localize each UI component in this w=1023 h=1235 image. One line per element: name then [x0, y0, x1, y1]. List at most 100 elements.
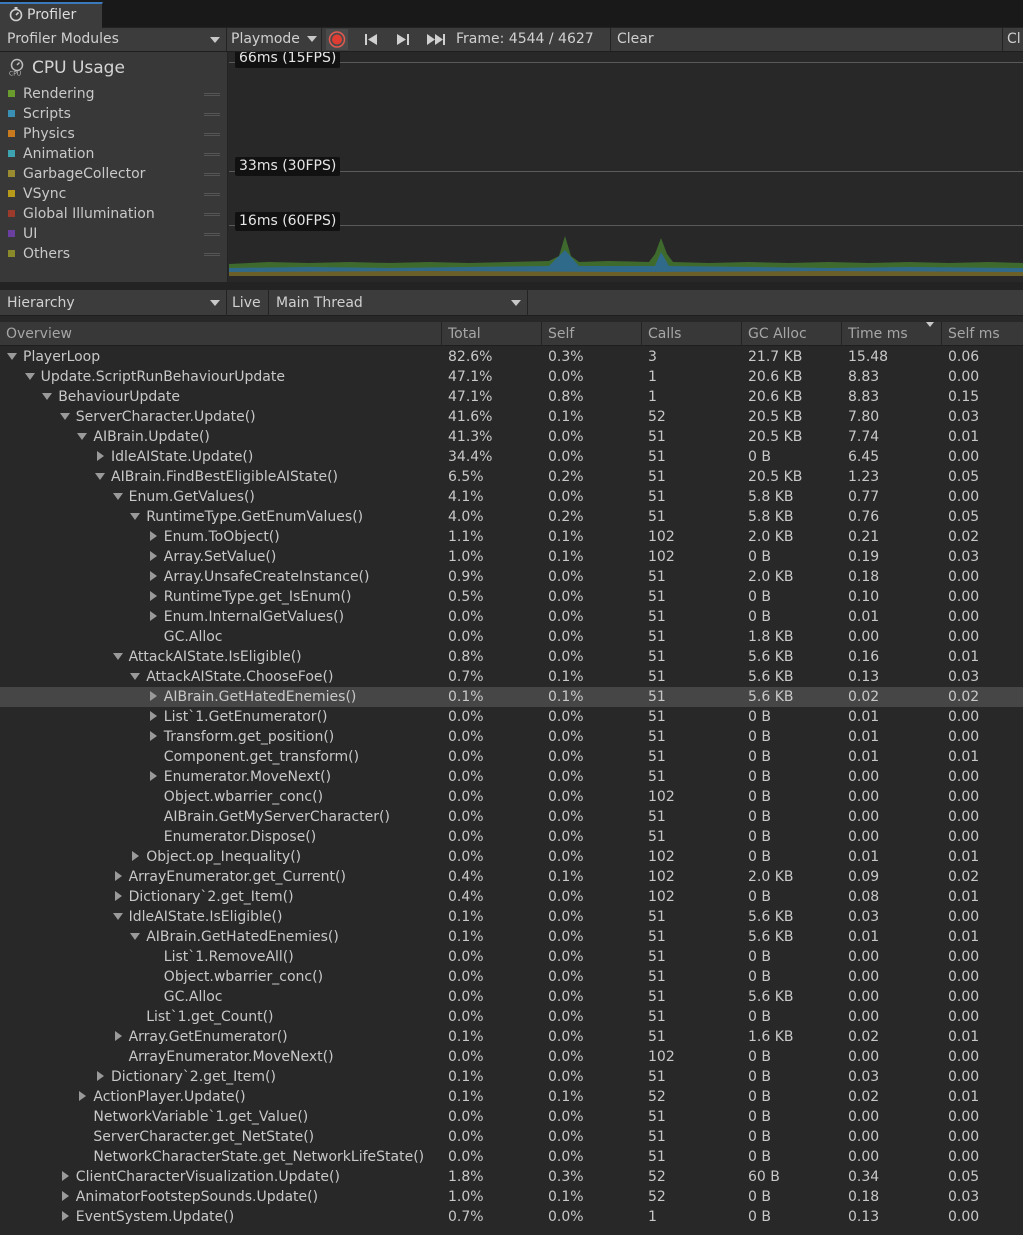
table-row[interactable]: AIBrain.Update() 41.3% 0.0% 51 20.5 KB 7.74 0.… [0, 427, 1023, 447]
expanded-arrow-icon[interactable] [7, 347, 17, 360]
table-row[interactable]: Transform.get_position() 0.0% 0.0% 51 0 B 0.0… [0, 727, 1023, 747]
table-row[interactable]: AIBrain.GetHatedEnemies() 0.1% 0.1% 51 5.6 K… [0, 687, 1023, 707]
table-row[interactable]: Update.ScriptRunBehaviourUpdate 47.1% 0.0%… [0, 367, 1023, 387]
collapsed-arrow-icon[interactable] [113, 867, 123, 881]
legend-item[interactable]: Physics [8, 124, 220, 144]
collapsed-arrow-icon[interactable] [148, 587, 158, 601]
table-row[interactable]: ServerCharacter.get_NetState() 0.0% 0.0% 51… [0, 1127, 1023, 1147]
collapsed-arrow-icon[interactable] [148, 607, 158, 621]
previous-frame-button[interactable] [358, 28, 384, 51]
legend-item[interactable]: Scripts [8, 104, 220, 124]
legend-item[interactable]: UI [8, 224, 220, 244]
collapsed-arrow-icon[interactable] [130, 847, 140, 861]
table-row[interactable]: Enum.GetValues() 4.1% 0.0% 51 5.8 KB 0.77 0.00 [0, 487, 1023, 507]
expanded-arrow-icon[interactable] [59, 407, 70, 420]
view-mode-dropdown[interactable]: Hierarchy [0, 291, 226, 315]
table-row[interactable]: EventSystem.Update() 0.7% 0.0% 1 0 B 0.13 0.00 [0, 1207, 1023, 1227]
legend-swatch[interactable] [8, 90, 15, 97]
table-row[interactable]: Enum.InternalGetValues() 0.0% 0.0% 51 0 B 0.0… [0, 607, 1023, 627]
record-button[interactable] [324, 28, 352, 51]
table-row[interactable]: ClientCharacterVisualization.Update() 1.8… [0, 1167, 1023, 1187]
collapsed-arrow-icon[interactable] [95, 1067, 105, 1081]
table-row[interactable]: Object.op_Inequality() 0.0% 0.0% 102 0 B 0.01… [0, 847, 1023, 867]
table-row[interactable]: ActionPlayer.Update() 0.1% 0.1% 52 0 B 0.02 0.… [0, 1087, 1023, 1107]
table-row[interactable]: NetworkVariable`1.get_Value() 0.0% 0.0% 51 0… [0, 1107, 1023, 1127]
expanded-arrow-icon[interactable] [130, 507, 141, 520]
drag-handle-icon[interactable] [204, 213, 220, 216]
column-header-gc-alloc[interactable]: GC Alloc [741, 322, 841, 346]
profiler-modules-dropdown[interactable]: Profiler Modules [0, 28, 226, 51]
expanded-arrow-icon[interactable] [112, 907, 123, 920]
collapsed-arrow-icon[interactable] [148, 767, 158, 781]
table-row[interactable]: ArrayEnumerator.get_Current() 0.4% 0.1% 102… [0, 867, 1023, 887]
collapsed-arrow-icon[interactable] [60, 1207, 70, 1221]
collapsed-arrow-icon[interactable] [148, 527, 158, 541]
column-header-total[interactable]: Total [441, 322, 541, 346]
expanded-arrow-icon[interactable] [112, 487, 123, 500]
profiler-tab[interactable]: Profiler [0, 2, 103, 28]
table-row[interactable]: List`1.GetEnumerator() 0.0% 0.0% 51 0 B 0.01 0… [0, 707, 1023, 727]
collapsed-arrow-icon[interactable] [95, 447, 105, 461]
collapsed-arrow-icon[interactable] [148, 687, 158, 701]
column-header-time-ms[interactable]: Time ms [841, 322, 941, 346]
table-row[interactable]: PlayerLoop 82.6% 0.3% 3 21.7 KB 15.48 0.06 [0, 347, 1023, 367]
drag-handle-icon[interactable] [204, 93, 220, 96]
table-row[interactable]: IdleAIState.IsEligible() 0.1% 0.0% 51 5.6 KB… [0, 907, 1023, 927]
table-row[interactable]: GC.Alloc 0.0% 0.0% 51 5.6 KB 0.00 0.00 [0, 987, 1023, 1007]
next-frame-button[interactable] [390, 28, 416, 51]
table-row[interactable]: AttackAIState.ChooseFoe() 0.7% 0.1% 51 5.6 K… [0, 667, 1023, 687]
table-row[interactable]: List`1.RemoveAll() 0.0% 0.0% 51 0 B 0.00 0.00 [0, 947, 1023, 967]
clear-on-play-button[interactable]: Cl [1007, 28, 1021, 51]
drag-handle-icon[interactable] [204, 113, 220, 116]
pane-splitter[interactable] [0, 282, 1023, 290]
collapsed-arrow-icon[interactable] [148, 547, 158, 561]
table-row[interactable]: Array.SetValue() 1.0% 0.1% 102 0 B 0.19 0.03 [0, 547, 1023, 567]
thread-dropdown[interactable]: Main Thread [271, 291, 527, 315]
table-row[interactable]: Enum.ToObject() 1.1% 0.1% 102 2.0 KB 0.21 0.02 [0, 527, 1023, 547]
live-toggle[interactable]: Live [232, 291, 261, 315]
column-header-calls[interactable]: Calls [641, 322, 741, 346]
drag-handle-icon[interactable] [204, 193, 220, 196]
legend-item[interactable]: Global Illumination [8, 204, 220, 224]
table-row[interactable]: NetworkCharacterState.get_NetworkLifeSta… [0, 1147, 1023, 1167]
table-row[interactable]: AttackAIState.IsEligible() 0.8% 0.0% 51 5.6 … [0, 647, 1023, 667]
legend-swatch[interactable] [8, 250, 15, 257]
table-row[interactable]: AIBrain.FindBestEligibleAIState() 6.5% 0.2… [0, 467, 1023, 487]
expanded-arrow-icon[interactable] [130, 927, 141, 940]
expanded-arrow-icon[interactable] [42, 387, 53, 400]
table-row[interactable]: Dictionary`2.get_Item() 0.1% 0.0% 51 0 B 0.03… [0, 1067, 1023, 1087]
column-header-self[interactable]: Self [541, 322, 641, 346]
table-row[interactable]: ServerCharacter.Update() 41.6% 0.1% 52 20.5 … [0, 407, 1023, 427]
table-row[interactable]: Object.wbarrier_conc() 0.0% 0.0% 102 0 B 0.00… [0, 787, 1023, 807]
legend-item[interactable]: Rendering [8, 84, 220, 104]
expanded-arrow-icon[interactable] [77, 427, 88, 440]
legend-item[interactable]: Animation [8, 144, 220, 164]
table-row[interactable]: AIBrain.GetHatedEnemies() 0.1% 0.0% 51 5.6 K… [0, 927, 1023, 947]
playmode-dropdown[interactable]: Playmode [227, 28, 321, 51]
cpu-usage-graph[interactable]: 66ms (15FPS) 33ms (30FPS) 16ms (60FPS) [229, 52, 1023, 282]
table-row[interactable]: Array.GetEnumerator() 0.1% 0.0% 51 1.6 KB 0.0… [0, 1027, 1023, 1047]
collapsed-arrow-icon[interactable] [148, 567, 158, 581]
clear-button[interactable]: Clear [617, 28, 654, 51]
current-frame-button[interactable] [422, 28, 450, 51]
drag-handle-icon[interactable] [204, 173, 220, 176]
table-row[interactable]: Component.get_transform() 0.0% 0.0% 51 0 B 0.… [0, 747, 1023, 767]
table-row[interactable]: Enumerator.Dispose() 0.0% 0.0% 51 0 B 0.00 0.0… [0, 827, 1023, 847]
legend-swatch[interactable] [8, 170, 15, 177]
drag-handle-icon[interactable] [204, 153, 220, 156]
collapsed-arrow-icon[interactable] [77, 1087, 87, 1101]
table-row[interactable]: BehaviourUpdate 47.1% 0.8% 1 20.6 KB 8.83 0.15 [0, 387, 1023, 407]
table-row[interactable]: AIBrain.GetMyServerCharacter() 0.0% 0.0% 51… [0, 807, 1023, 827]
expanded-arrow-icon[interactable] [95, 467, 105, 480]
drag-handle-icon[interactable] [204, 133, 220, 136]
table-row[interactable]: Object.wbarrier_conc() 0.0% 0.0% 51 0 B 0.00 0… [0, 967, 1023, 987]
table-row[interactable]: Array.UnsafeCreateInstance() 0.9% 0.0% 51 2.… [0, 567, 1023, 587]
legend-swatch[interactable] [8, 130, 15, 137]
table-row[interactable]: RuntimeType.get_IsEnum() 0.5% 0.0% 51 0 B 0.1… [0, 587, 1023, 607]
table-row[interactable]: ArrayEnumerator.MoveNext() 0.0% 0.0% 102 0 B… [0, 1047, 1023, 1067]
legend-swatch[interactable] [8, 210, 15, 217]
legend-item[interactable]: Others [8, 244, 220, 264]
drag-handle-icon[interactable] [204, 253, 220, 256]
table-row[interactable]: Dictionary`2.get_Item() 0.4% 0.0% 102 0 B 0.0… [0, 887, 1023, 907]
expanded-arrow-icon[interactable] [130, 667, 141, 680]
